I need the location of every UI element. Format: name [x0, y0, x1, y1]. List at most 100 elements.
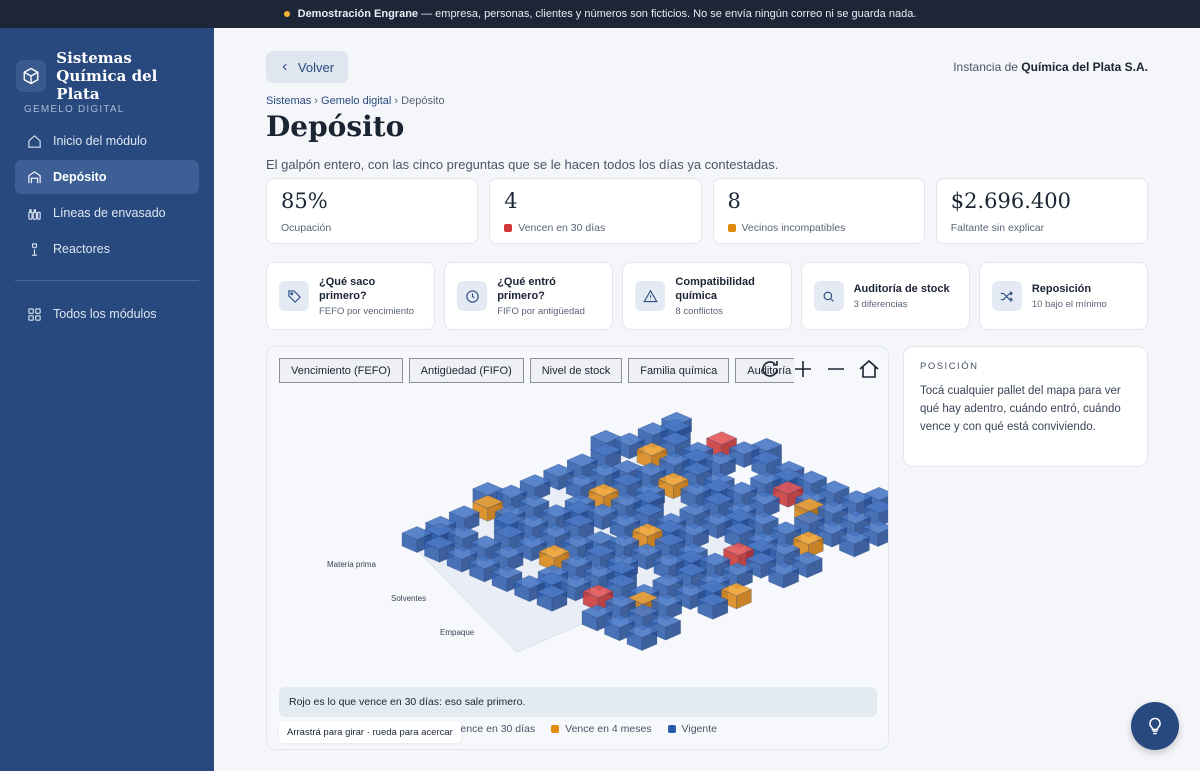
action-subtitle: 10 bajo el mínimo	[1031, 299, 1107, 310]
help-button[interactable]	[1131, 702, 1179, 750]
banner-title: Demostración Engrane	[297, 8, 419, 20]
stats-row: 85% Ocupación 4 Vencen en 30 días 8 Veci…	[266, 178, 1148, 244]
warehouse-3d-viewer[interactable]: Vencimiento (FEFO) Antigüedad (FIFO) Niv…	[266, 346, 889, 750]
mode-button-familia[interactable]: Familia química	[628, 358, 730, 383]
sidebar-item-todos-los-modulos[interactable]: Todos los módulos	[15, 297, 199, 331]
blue-square-icon	[667, 725, 676, 733]
home-icon	[28, 134, 41, 148]
mode-button-fefo[interactable]: Vencimiento (FEFO)	[279, 358, 403, 383]
brand-line1: Sistemas	[56, 49, 132, 67]
reset-view-button[interactable]	[854, 355, 884, 383]
page-subtitle: El galpón entero, con las cinco pregunta…	[266, 157, 779, 172]
zone-label-materia-prima: Materia prima	[327, 560, 376, 569]
zone-label-solventes: Solventes	[391, 594, 426, 603]
brand[interactable]: Sistemas Química del Plata	[0, 28, 214, 104]
brand-line2: Química del Plata	[56, 67, 158, 103]
sidebar-item-label: Todos los módulos	[53, 307, 157, 321]
refresh-icon	[762, 361, 778, 377]
legend: Vence en 30 días Vence en 4 meses Vigent…	[440, 723, 717, 735]
instance-label: Instancia de Química del Plata S.A.	[953, 60, 1148, 74]
shuffle-icon	[991, 281, 1022, 311]
sidebar-item-label: Inicio del módulo	[53, 134, 147, 148]
sidebar-item-reactores[interactable]: Reactores	[15, 232, 199, 266]
position-heading: POSICIÓN	[920, 361, 979, 372]
breadcrumb: Sistemas › Gemelo digital › Depósito	[266, 95, 445, 107]
mode-button-stock[interactable]: Nivel de stock	[529, 358, 623, 383]
stat-value: 8	[727, 189, 741, 213]
sidebar-divider	[15, 280, 199, 281]
mode-explanation: Rojo es lo que vence en 30 días: eso sal…	[279, 687, 877, 717]
sidebar-section-title: GEMELO DIGITAL	[24, 104, 125, 115]
banner-text: — empresa, personas, clientes y números …	[418, 8, 917, 20]
position-panel: POSICIÓN Tocá cualquier pallet del mapa …	[903, 346, 1148, 467]
position-text: Tocá cualquier pallet del mapa para ver …	[920, 385, 1121, 433]
breadcrumb-current: Depósito	[401, 95, 445, 107]
home-icon	[859, 359, 879, 378]
minus-icon	[828, 368, 844, 370]
question-cards: ¿Qué saco primero? FEFO por vencimiento ¿…	[266, 262, 1149, 330]
action-title: Auditoría de stock	[853, 283, 950, 295]
stat-label: Vencen en 30 días	[518, 222, 606, 234]
interaction-hint: Arrastrá para girar · rueda para acercar	[279, 721, 461, 743]
legend-item-vigente: Vigente	[667, 723, 717, 735]
action-card-compatibilidad[interactable]: Compatibilidad química 8 conflictos	[622, 262, 792, 330]
stat-card-ocupacion: 85% Ocupación	[266, 178, 479, 244]
sidebar-item-deposito[interactable]: Depósito	[15, 160, 199, 194]
action-title: ¿Qué entró primero?	[497, 276, 556, 302]
zoom-out-button[interactable]	[821, 355, 851, 383]
stat-value: $2.696.400	[950, 189, 1071, 213]
sidebar-item-inicio[interactable]: Inicio del módulo	[15, 124, 199, 158]
stat-card-vencen: 4 Vencen en 30 días	[489, 178, 702, 244]
action-card-auditoria[interactable]: Auditoría de stock 3 diferencias	[800, 262, 970, 330]
zoom-in-button[interactable]	[788, 355, 818, 383]
main-content: Volver Instancia de Química del Plata S.…	[214, 28, 1200, 771]
stat-value: 85%	[281, 189, 328, 213]
action-subtitle: 3 diferencias	[853, 299, 908, 310]
orange-square-icon	[727, 224, 736, 232]
warehouse-icon	[28, 170, 41, 183]
stat-card-faltante: $2.696.400 Faltante sin explicar	[935, 178, 1148, 244]
action-card-fefo[interactable]: ¿Qué saco primero? FEFO por vencimiento	[266, 262, 436, 330]
instance-name: Química del Plata S.A.	[1021, 60, 1148, 74]
search-icon	[813, 281, 844, 311]
action-title: Compatibilidad química	[675, 276, 755, 302]
bottles-icon	[28, 208, 41, 220]
flask-icon	[32, 242, 37, 256]
zone-label-empaque: Empaque	[440, 628, 475, 637]
sidebar-nav: Inicio del módulo Depósito Líneas de env…	[0, 120, 214, 266]
sidebar-item-lineas[interactable]: Líneas de envasado	[15, 196, 199, 230]
warning-icon	[635, 281, 666, 311]
back-button[interactable]: Volver	[266, 51, 348, 83]
clock-icon	[457, 281, 488, 311]
warehouse-map[interactable]: Materia prima Solventes Empaque	[267, 387, 889, 687]
demo-banner: Demostración Engrane — empresa, personas…	[0, 0, 1200, 28]
cube-icon	[16, 60, 47, 92]
sidebar-item-label: Líneas de envasado	[53, 206, 166, 220]
back-label: Volver	[297, 59, 335, 75]
grid-icon	[28, 307, 41, 321]
chevron-left-icon	[282, 63, 287, 71]
mode-button-fifo[interactable]: Antigüedad (FIFO)	[408, 358, 524, 383]
stat-card-incompatibles: 8 Vecinos incompatibles	[712, 178, 925, 244]
action-subtitle: 8 conflictos	[675, 306, 723, 317]
sidebar-item-label: Reactores	[53, 242, 110, 256]
action-card-fifo[interactable]: ¿Qué entró primero? FIFO por antigüedad	[444, 262, 614, 330]
orange-square-icon	[551, 725, 560, 733]
breadcrumb-gemelo[interactable]: Gemelo digital	[321, 95, 391, 107]
plus-icon	[795, 361, 811, 377]
breadcrumb-sistemas[interactable]: Sistemas	[266, 95, 311, 107]
red-square-icon	[504, 224, 513, 232]
rotate-button[interactable]	[755, 355, 785, 383]
sidebar-item-label: Depósito	[53, 170, 107, 184]
action-title: ¿Qué saco primero?	[319, 276, 376, 302]
tag-icon	[279, 281, 309, 311]
pallet-group[interactable]	[401, 411, 889, 651]
page-title: Depósito	[266, 110, 405, 143]
action-title: Reposición	[1031, 283, 1092, 295]
legend-item-4-meses: Vence en 4 meses	[551, 723, 652, 735]
stat-label: Faltante sin explicar	[950, 222, 1045, 234]
action-card-reposicion[interactable]: Reposición 10 bajo el mínimo	[978, 262, 1149, 330]
stat-label: Vecinos incompatibles	[741, 222, 846, 234]
sidebar: Sistemas Química del Plata GEMELO DIGITA…	[0, 28, 214, 771]
lightbulb-icon	[1149, 717, 1161, 735]
